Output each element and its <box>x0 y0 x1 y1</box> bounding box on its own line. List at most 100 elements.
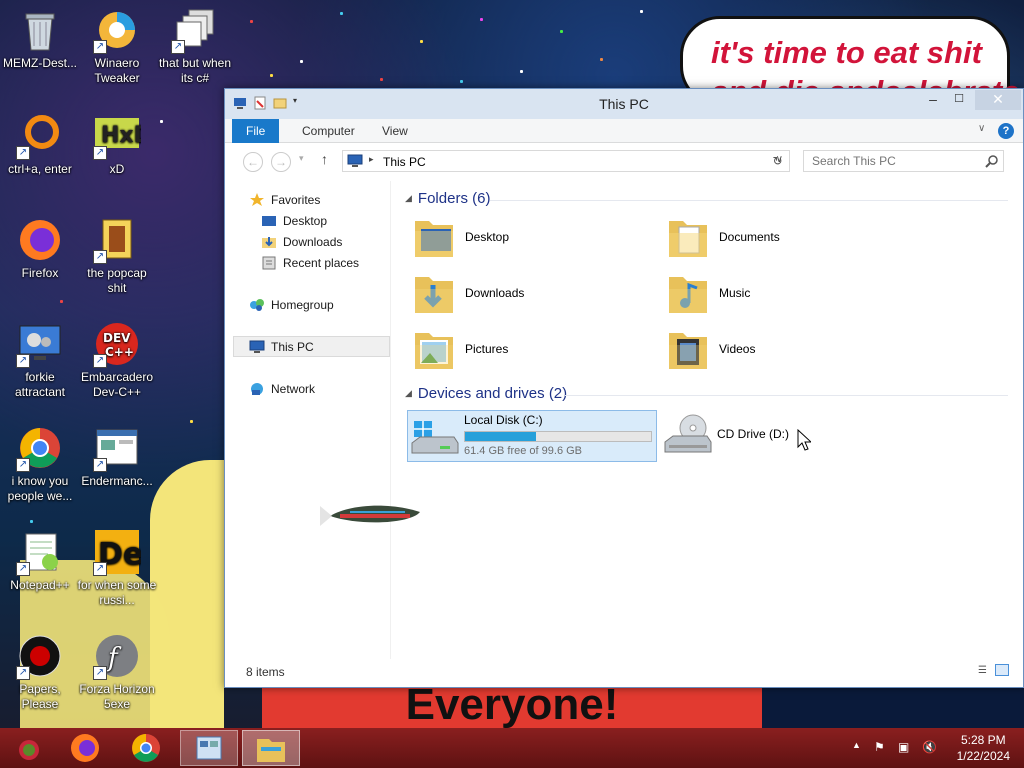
desktop-icon-label: Forza Horizon 5exe <box>79 682 155 711</box>
start-button[interactable] <box>0 730 58 766</box>
taskbar-control-panel[interactable] <box>180 730 238 766</box>
desktop-icon-popcap[interactable]: ↗ the popcap shit <box>77 216 157 296</box>
folder-label: Desktop <box>465 230 510 244</box>
refresh-button[interactable]: ↻ <box>766 150 790 172</box>
group-label: Folders (6) <box>417 190 491 207</box>
group-divider <box>565 395 1008 396</box>
search-box[interactable] <box>803 150 1004 172</box>
this-pc-icon <box>249 340 265 354</box>
up-button[interactable]: ↑ <box>321 151 328 167</box>
folder-music[interactable]: Music <box>667 269 907 319</box>
folder-label: Music <box>719 286 751 300</box>
help-icon[interactable]: ? <box>998 123 1014 139</box>
desktop-icon-xd[interactable]: HxD ↗ xD <box>77 112 157 177</box>
expand-ribbon-icon[interactable]: ∨ <box>978 123 985 134</box>
desktop-icon-label: Embarcadero Dev-C++ <box>80 370 154 399</box>
desktop-icon-label: Papers, Please <box>19 682 61 711</box>
nav-item-network[interactable]: Network <box>249 380 315 398</box>
desktop-icon-label: ctrl+a, enter <box>8 162 72 176</box>
drive-usage-fill <box>465 432 537 441</box>
nav-item-downloads[interactable]: Downloads <box>261 233 342 251</box>
devices-group-header[interactable]: ◢ Devices and drives (2) <box>405 385 567 402</box>
nav-item-recent[interactable]: Recent places <box>261 254 359 272</box>
action-center-flag-icon[interactable]: ⚑ <box>874 740 885 754</box>
de-icon: De ↗ <box>93 528 143 576</box>
videos-folder-icon <box>667 327 709 371</box>
chrome-icon: ↗ <box>16 424 64 472</box>
mouse-cursor-icon <box>797 429 811 451</box>
collapse-icon: ◢ <box>405 193 412 203</box>
desktop-icon-label: Notepad++ <box>10 578 70 592</box>
nav-item-homegroup[interactable]: Homegroup <box>249 296 334 314</box>
minimize-button[interactable]: – <box>921 90 945 110</box>
desktop-icon-label: Firefox <box>21 266 59 280</box>
pictures-folder-icon <box>413 327 455 371</box>
drive-name: CD Drive (D:) <box>717 427 789 441</box>
search-icon[interactable] <box>985 154 999 168</box>
desktop-folder-icon <box>413 215 455 259</box>
desktop-icon-firefox[interactable]: Firefox <box>0 216 80 281</box>
address-bar[interactable]: ▸ This PC ∨ <box>342 150 790 172</box>
svg-text:HxD: HxD <box>101 123 141 148</box>
tab-file[interactable]: File <box>232 119 280 143</box>
volume-muted-icon[interactable]: 🔇 <box>922 740 937 754</box>
taskbar-file-explorer[interactable] <box>242 730 300 766</box>
folder-label: Documents <box>719 230 780 244</box>
tab-computer[interactable]: Computer <box>288 119 369 143</box>
network-tray-icon[interactable]: ▣ <box>898 740 909 754</box>
maximize-button[interactable]: ☐ <box>947 90 971 110</box>
desktop-icon-papers[interactable]: ↗ Papers, Please <box>0 632 80 712</box>
tab-view[interactable]: View <box>368 119 422 143</box>
taskbar-firefox[interactable] <box>56 730 114 766</box>
desktop-icon-chrome[interactable]: ↗ i know you people we... <box>0 424 80 504</box>
drive-usage-bar <box>464 431 652 442</box>
desktop-icon-label: MEMZ-Dest... <box>3 56 77 70</box>
nav-item-desktop[interactable]: Desktop <box>261 212 327 230</box>
hxd-icon: HxD ↗ <box>93 112 152 160</box>
drive-cd-d[interactable]: CD Drive (D:) <box>663 410 903 460</box>
breadcrumb[interactable]: This PC <box>383 155 426 169</box>
folders-group-header[interactable]: ◢ Folders (6) <box>405 190 490 207</box>
back-button[interactable]: ← <box>243 152 263 172</box>
clock[interactable]: 5:28 PM 1/22/2024 <box>957 732 1010 764</box>
folder-desktop[interactable]: Desktop <box>413 213 653 263</box>
nav-label: Recent places <box>283 256 360 270</box>
title-bar[interactable]: ▾ This PC – ☐ ✕ <box>225 89 1023 119</box>
drive-local-disk-c[interactable]: Local Disk (C:) 61.4 GB free of 99.6 GB <box>407 410 657 462</box>
taskbar-chrome[interactable] <box>117 730 175 766</box>
nav-item-this-pc[interactable]: This PC <box>249 338 314 356</box>
desktop-icon-endermanch[interactable]: ↗ Endermanc... <box>77 424 157 489</box>
recycle-bin-icon <box>16 6 64 54</box>
folder-videos[interactable]: Videos <box>667 325 907 375</box>
monitor-gear-icon: ↗ <box>16 320 64 368</box>
nav-item-favorites[interactable]: Favorites <box>249 191 320 209</box>
desktop-icon <box>261 214 277 228</box>
close-button[interactable]: ✕ <box>975 90 1021 110</box>
forward-button[interactable]: → <box>271 152 291 172</box>
star-icon <box>249 193 265 207</box>
desktop-icon-csharp[interactable]: ↗ that but when its c# <box>155 6 235 86</box>
search-input[interactable] <box>804 151 979 171</box>
svg-text:C++: C++ <box>105 345 134 359</box>
desktop-icon-devcpp[interactable]: DEV C++ ↗ Embarcadero Dev-C++ <box>77 320 157 400</box>
desktop-icon-russian[interactable]: De ↗ for when some russi... <box>77 528 157 608</box>
nav-label: Network <box>271 382 316 396</box>
large-icons-view-icon[interactable] <box>995 664 1009 676</box>
folder-downloads[interactable]: Downloads <box>413 269 653 319</box>
show-hidden-icons-icon[interactable]: ▲ <box>852 740 861 750</box>
desktop-icon-forza[interactable]: f ↗ Forza Horizon 5exe <box>77 632 157 712</box>
desktop-icon-forkie[interactable]: ↗ forkie attractant <box>0 320 80 400</box>
nav-label: Homegroup <box>271 298 334 312</box>
desktop-icon-ctrla[interactable]: ↗ ctrl+a, enter <box>0 112 80 177</box>
folder-pictures[interactable]: Pictures <box>413 325 653 375</box>
desktop-icon-memz[interactable]: MEMZ-Dest... <box>0 6 80 71</box>
recent-locations-icon[interactable]: ▾ <box>299 153 304 164</box>
folder-documents[interactable]: Documents <box>667 213 907 263</box>
clock-time: 5:28 PM <box>960 733 1006 747</box>
nav-label: This PC <box>271 340 314 354</box>
details-view-icon[interactable]: ☰ <box>978 665 987 676</box>
homegroup-icon <box>249 298 265 312</box>
item-count: 8 items <box>246 665 285 679</box>
desktop-icon-notepadpp[interactable]: ↗ Notepad++ <box>0 528 80 593</box>
desktop-icon-winaero[interactable]: ↗ Winaero Tweaker <box>77 6 157 86</box>
